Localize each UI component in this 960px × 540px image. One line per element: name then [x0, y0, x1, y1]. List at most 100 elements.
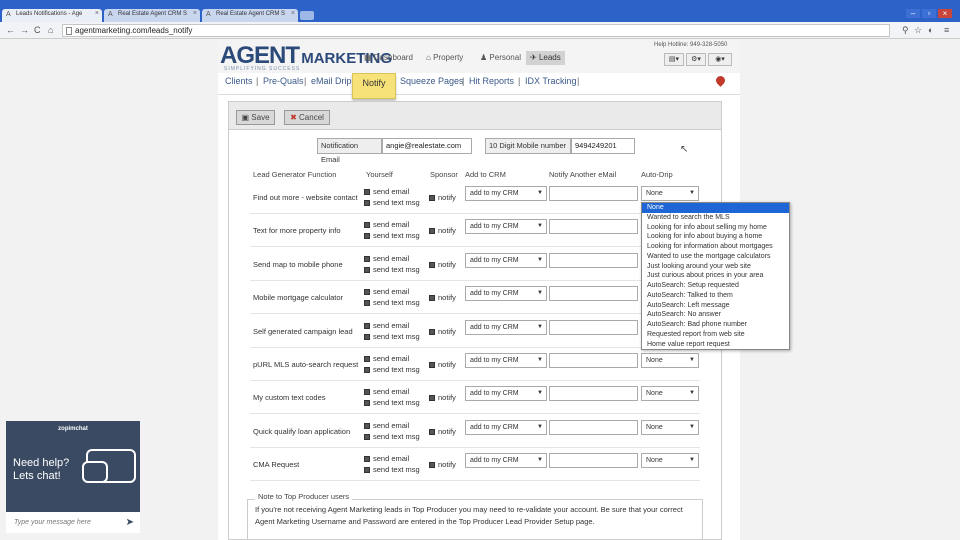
subnav-email-drip[interactable]: eMail Drip: [311, 76, 352, 86]
auto-drip-select[interactable]: None ▼: [641, 353, 699, 368]
close-window-icon[interactable]: ×: [938, 9, 952, 18]
send-text-checkbox[interactable]: send text msg: [364, 265, 420, 274]
browser-tab-active[interactable]: A Leads Notifications - Age ×: [2, 9, 102, 22]
nav-property[interactable]: ⌂ Property: [426, 51, 463, 65]
notification-email-field[interactable]: angie@realestate.com: [382, 138, 472, 154]
star-icon[interactable]: ☆: [914, 25, 922, 36]
dropdown-option[interactable]: None: [642, 203, 789, 213]
add-to-crm-select[interactable]: add to my CRM ▼: [465, 186, 547, 201]
notify-another-email-input[interactable]: [549, 253, 638, 268]
dropdown-option[interactable]: Looking for info about selling my home: [642, 223, 789, 233]
sponsor-notify-checkbox[interactable]: notify: [429, 193, 456, 202]
cancel-button[interactable]: ✖ Cancel: [284, 110, 330, 125]
subnav-hit-reports[interactable]: Hit Reports: [469, 76, 514, 86]
auto-drip-select[interactable]: None ▼: [641, 186, 699, 201]
notify-another-email-input[interactable]: [549, 420, 638, 435]
dropdown-option[interactable]: AutoSearch: Bad phone number: [642, 320, 789, 330]
add-to-crm-select[interactable]: add to my CRM ▼: [465, 320, 547, 335]
send-email-checkbox[interactable]: send email: [364, 187, 409, 196]
chat-widget[interactable]: zopimchat Need help? Lets chat! Type you…: [6, 421, 140, 533]
dropdown-option[interactable]: Just looking around your web site: [642, 262, 789, 272]
close-icon[interactable]: ×: [291, 10, 295, 17]
notify-another-email-input[interactable]: [549, 453, 638, 468]
subnav-notify[interactable]: Notify: [352, 73, 396, 99]
sponsor-notify-checkbox[interactable]: notify: [429, 327, 456, 336]
send-text-checkbox[interactable]: send text msg: [364, 198, 420, 207]
send-text-checkbox[interactable]: send text msg: [364, 332, 420, 341]
notify-another-email-input[interactable]: [549, 286, 638, 301]
url-input[interactable]: agentmarketing.com/leads_notify: [62, 24, 890, 37]
dropdown-option[interactable]: AutoSearch: Left message: [642, 301, 789, 311]
close-icon[interactable]: ×: [193, 10, 197, 17]
send-text-checkbox[interactable]: send text msg: [364, 398, 420, 407]
auto-drip-select[interactable]: None ▼: [641, 453, 699, 468]
dropdown-option[interactable]: Wanted to search the MLS: [642, 213, 789, 223]
location-pin-icon[interactable]: [714, 74, 727, 87]
dropdown-option[interactable]: AutoSearch: Talked to them: [642, 291, 789, 301]
mobile-number-field[interactable]: 9494249201: [571, 138, 635, 154]
home-icon[interactable]: ⌂: [48, 25, 53, 35]
forward-icon[interactable]: →: [20, 25, 29, 35]
add-to-crm-select[interactable]: add to my CRM ▼: [465, 253, 547, 268]
browser-tab[interactable]: A Real Estate Agent CRM S ×: [104, 9, 200, 22]
send-text-checkbox[interactable]: send text msg: [364, 432, 420, 441]
print-icon[interactable]: ▤▾: [664, 53, 684, 66]
add-to-crm-select[interactable]: add to my CRM ▼: [465, 386, 547, 401]
extension-icon[interactable]: ◐: [928, 25, 933, 35]
auto-drip-select[interactable]: None ▼: [641, 420, 699, 435]
nav-dashboard[interactable]: ▦ Dashboard: [364, 51, 413, 65]
sponsor-notify-checkbox[interactable]: notify: [429, 360, 456, 369]
reload-icon[interactable]: C: [34, 25, 41, 35]
subnav-squeeze-pages[interactable]: Squeeze Pages: [400, 76, 464, 86]
new-tab-button[interactable]: [300, 11, 314, 20]
send-email-checkbox[interactable]: send email: [364, 321, 409, 330]
sponsor-notify-checkbox[interactable]: notify: [429, 226, 456, 235]
add-to-crm-select[interactable]: add to my CRM ▼: [465, 420, 547, 435]
notify-another-email-input[interactable]: [549, 386, 638, 401]
notify-another-email-input[interactable]: [549, 186, 638, 201]
send-text-checkbox[interactable]: send text msg: [364, 365, 420, 374]
sponsor-notify-checkbox[interactable]: notify: [429, 427, 456, 436]
dropdown-option[interactable]: Looking for info about buying a home: [642, 232, 789, 242]
nav-leads[interactable]: ✈ Leads: [526, 51, 565, 65]
add-to-crm-select[interactable]: add to my CRM ▼: [465, 286, 547, 301]
auto-drip-dropdown-list[interactable]: None Wanted to search the MLS Looking for …: [641, 202, 790, 350]
sponsor-notify-checkbox[interactable]: notify: [429, 293, 456, 302]
browser-tab[interactable]: A Real Estate Agent CRM S ×: [202, 9, 298, 22]
sponsor-notify-checkbox[interactable]: notify: [429, 460, 456, 469]
send-text-checkbox[interactable]: send text msg: [364, 298, 420, 307]
send-email-checkbox[interactable]: send email: [364, 220, 409, 229]
menu-icon[interactable]: ≡: [944, 25, 949, 35]
close-icon[interactable]: ×: [95, 10, 99, 17]
minimize-icon[interactable]: ‒: [906, 9, 920, 18]
send-icon[interactable]: ➤: [126, 512, 134, 533]
save-button[interactable]: ▣ Save: [236, 110, 275, 125]
add-to-crm-select[interactable]: add to my CRM ▼: [465, 219, 547, 234]
subnav-clients[interactable]: Clients: [225, 76, 253, 86]
chat-message-input[interactable]: Type your message here ➤: [6, 512, 140, 533]
dropdown-option[interactable]: Just curious about prices in your area: [642, 271, 789, 281]
maximize-icon[interactable]: ▫: [922, 9, 936, 18]
back-icon[interactable]: ←: [6, 25, 15, 35]
notify-another-email-input[interactable]: [549, 320, 638, 335]
send-email-checkbox[interactable]: send email: [364, 254, 409, 263]
send-email-checkbox[interactable]: send email: [364, 387, 409, 396]
gear-icon[interactable]: ⚙▾: [686, 53, 706, 66]
notify-another-email-input[interactable]: [549, 353, 638, 368]
dropdown-option[interactable]: Looking for information about mortgages: [642, 242, 789, 252]
send-email-checkbox[interactable]: send email: [364, 287, 409, 296]
sponsor-notify-checkbox[interactable]: notify: [429, 260, 456, 269]
send-email-checkbox[interactable]: send email: [364, 354, 409, 363]
send-email-checkbox[interactable]: send email: [364, 454, 409, 463]
avatar[interactable]: ◉▾: [708, 53, 732, 66]
dropdown-option[interactable]: Home value report request: [642, 340, 789, 350]
notify-another-email-input[interactable]: [549, 219, 638, 234]
zoom-icon[interactable]: ⚲: [902, 25, 909, 36]
subnav-idx-tracking[interactable]: IDX Tracking: [525, 76, 577, 86]
dropdown-option[interactable]: AutoSearch: No answer: [642, 310, 789, 320]
auto-drip-select[interactable]: None ▼: [641, 386, 699, 401]
subnav-prequals[interactable]: Pre-Quals: [263, 76, 304, 86]
dropdown-option[interactable]: Wanted to use the mortgage calculators: [642, 252, 789, 262]
send-email-checkbox[interactable]: send email: [364, 421, 409, 430]
add-to-crm-select[interactable]: add to my CRM ▼: [465, 453, 547, 468]
